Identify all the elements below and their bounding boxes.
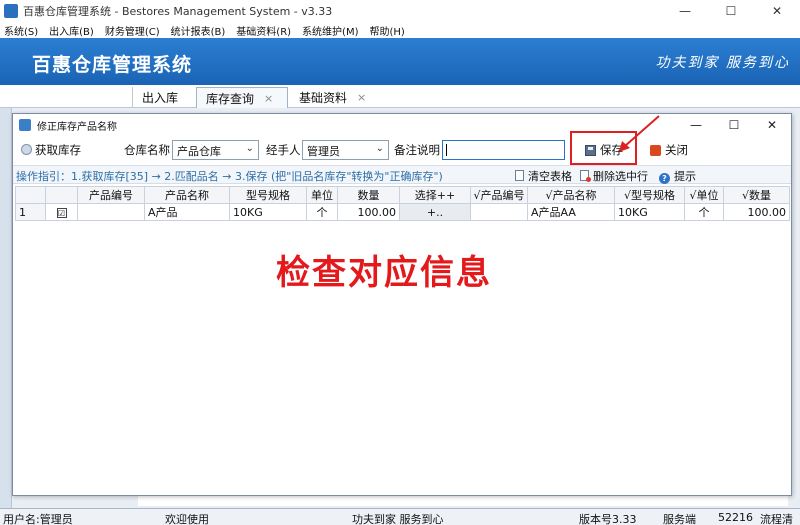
tab-inventory-query[interactable]: 库存查询 × xyxy=(196,87,288,108)
menu-basic-data[interactable]: 基础资料(R) xyxy=(236,23,291,38)
column-header xyxy=(15,186,46,204)
tab-label: 出入库 xyxy=(142,91,179,105)
unit-cell[interactable]: 个 xyxy=(306,203,338,221)
column-header[interactable]: 单位 xyxy=(306,186,338,204)
status-flow: 流程清 xyxy=(760,513,793,525)
new-code-cell[interactable] xyxy=(470,203,528,221)
tab-close-icon[interactable]: × xyxy=(357,91,366,104)
operation-guide-bar: 操作指引：1.获取库存[35] → 2.匹配品名 → 3.保存 (把"旧品名库存… xyxy=(13,165,791,184)
minimize-button[interactable]: — xyxy=(662,0,708,22)
banner-title: 百惠仓库管理系统 xyxy=(32,54,193,76)
close-button[interactable]: ✕ xyxy=(754,0,800,22)
tab-strip: 出入库 库存查询 × 基础资料 × xyxy=(0,85,800,108)
table-row[interactable]: 1 ☑ A产品 10KG 个 100.00 +.. A产品AA 10KG 个 1… xyxy=(15,203,790,221)
product-code-cell[interactable] xyxy=(77,203,145,221)
clear-table-button[interactable]: 清空表格 xyxy=(515,168,572,184)
menu-help[interactable]: 帮助(H) xyxy=(370,23,405,38)
help-icon: ? xyxy=(659,173,670,184)
delete-row-button[interactable]: 删除选中行 xyxy=(580,168,648,184)
column-header[interactable]: 产品编号 xyxy=(77,186,145,204)
status-welcome: 欢迎使用 xyxy=(165,513,209,525)
help-button[interactable]: ? 提示 xyxy=(659,168,696,184)
new-unit-cell[interactable]: 个 xyxy=(684,203,724,221)
status-slogan: 功夫到家 服务到心 xyxy=(352,513,444,525)
status-bar: 用户名:管理员 欢迎使用 功夫到家 服务到心 版本号3.33 服务端 52216… xyxy=(0,508,800,525)
new-qty-cell[interactable]: 100.00 xyxy=(723,203,790,221)
maximize-button[interactable]: ☐ xyxy=(708,0,754,22)
column-header[interactable]: 选择++ xyxy=(399,186,471,204)
app-titlebar: 百惠仓库管理系统 - Bestores Management System - … xyxy=(0,0,800,22)
new-spec-cell[interactable]: 10KG xyxy=(614,203,685,221)
column-header[interactable]: √单位 xyxy=(684,186,724,204)
column-header[interactable]: √型号规格 xyxy=(614,186,685,204)
column-header[interactable]: 数量 xyxy=(337,186,400,204)
menu-system[interactable]: 系统(S) xyxy=(4,23,38,38)
status-server: 服务端 xyxy=(663,513,696,525)
tab-basic-data[interactable]: 基础资料 × xyxy=(290,87,380,108)
status-port: 52216 xyxy=(718,511,753,524)
fix-inventory-name-dialog: 修正库存产品名称 — ☐ ✕ 获取库存 仓库名称 产品仓库 ⌄ 经手人 管理员 … xyxy=(12,113,792,496)
inventory-table: 产品编号 产品名称 型号规格 单位 数量 选择++ √产品编号 √产品名称 √型… xyxy=(15,186,790,221)
menu-bar: 系统(S) 出入库(B) 财务管理(C) 统计报表(B) 基础资料(R) 系统维… xyxy=(0,22,800,38)
row-number: 1 xyxy=(15,203,46,221)
sheet-icon xyxy=(515,170,524,181)
side-panel xyxy=(0,108,12,508)
app-title: 百惠仓库管理系统 - Bestores Management System - … xyxy=(23,5,333,18)
select-product-button[interactable]: +.. xyxy=(399,203,471,221)
column-header xyxy=(45,186,78,204)
delete-row-label: 删除选中行 xyxy=(593,170,648,183)
row-checkbox[interactable]: ☑ xyxy=(56,207,67,218)
operation-guide-text: 操作指引：1.获取库存[35] → 2.匹配品名 → 3.保存 (把"旧品名库存… xyxy=(16,170,443,183)
delete-row-icon xyxy=(580,170,591,182)
tab-label: 基础资料 xyxy=(299,91,348,105)
new-name-cell[interactable]: A产品AA xyxy=(527,203,615,221)
menu-reports[interactable]: 统计报表(B) xyxy=(171,23,226,38)
clear-table-label: 清空表格 xyxy=(528,170,572,183)
status-version: 版本号3.33 xyxy=(579,513,637,525)
product-name-cell[interactable]: A产品 xyxy=(144,203,230,221)
app-logo-icon xyxy=(4,4,18,18)
status-user: 用户名:管理员 xyxy=(3,513,73,525)
menu-finance[interactable]: 财务管理(C) xyxy=(105,23,160,38)
qty-cell[interactable]: 100.00 xyxy=(337,203,400,221)
table-header: 产品编号 产品名称 型号规格 单位 数量 选择++ √产品编号 √产品名称 √型… xyxy=(15,186,790,204)
app-banner: 百惠仓库管理系统 功夫到家 服务到心 xyxy=(0,38,800,85)
column-header[interactable]: √数量 xyxy=(723,186,790,204)
menu-inout[interactable]: 出入库(B) xyxy=(49,23,94,38)
banner-slogan: 功夫到家 服务到心 xyxy=(655,55,790,71)
tab-close-icon[interactable]: × xyxy=(264,92,273,105)
column-header[interactable]: √产品名称 xyxy=(527,186,615,204)
tab-label: 库存查询 xyxy=(206,91,255,106)
spec-cell[interactable]: 10KG xyxy=(229,203,307,221)
row-checkbox-cell[interactable]: ☑ xyxy=(45,203,78,221)
column-header[interactable]: 产品名称 xyxy=(144,186,230,204)
menu-maintenance[interactable]: 系统维护(M) xyxy=(302,23,358,38)
column-header[interactable]: 型号规格 xyxy=(229,186,307,204)
column-header[interactable]: √产品编号 xyxy=(470,186,528,204)
tab-inout[interactable]: 出入库 xyxy=(132,87,192,108)
help-label: 提示 xyxy=(674,170,696,183)
check-info-annotation: 检查对应信息 xyxy=(276,253,492,293)
